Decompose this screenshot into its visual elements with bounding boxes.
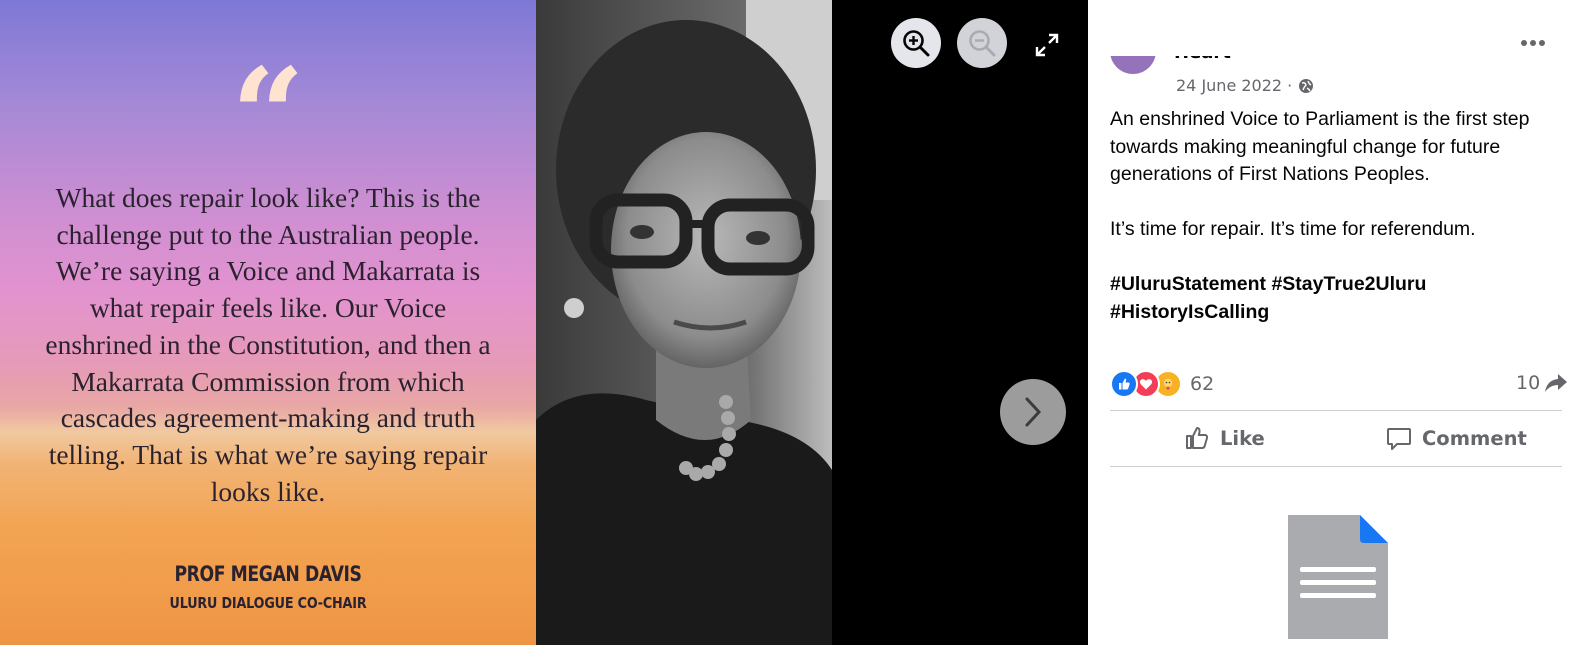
post-paragraph: An enshrined Voice to Parliament is the … [1110, 108, 1530, 185]
like-button[interactable]: Like [1184, 418, 1265, 458]
hashtag-list: #UluruStatement #StayTrue2Uluru #History… [1110, 271, 1572, 326]
zoom-out-button[interactable] [957, 18, 1007, 68]
next-photo-button[interactable] [1000, 379, 1066, 445]
hashtag-link[interactable]: #UluruStatement [1110, 273, 1266, 295]
portrait-photo [536, 0, 832, 645]
hashtag-link[interactable]: #StayTrue2Uluru [1271, 273, 1426, 295]
chevron-right-icon [1025, 397, 1042, 427]
fullscreen-icon [1035, 33, 1059, 57]
quote-text: What does repair look like? This is the … [45, 182, 491, 507]
quote-author: PROF MEGAN DAVIS [174, 562, 362, 586]
photo-viewer: “ What does repair look like? This is th… [0, 0, 1088, 645]
more-options-button[interactable] [1515, 30, 1551, 56]
zoom-in-icon [903, 30, 930, 57]
post-message: An enshrined Voice to Parliament is the … [1110, 106, 1572, 326]
comment-button-label: Comment [1422, 426, 1527, 450]
more-horizontal-icon [1521, 40, 1545, 46]
reactions-summary[interactable]: 62 [1110, 370, 1214, 398]
post-meta: 24 June 2022 · [1176, 76, 1314, 95]
share-count[interactable]: 10 [1516, 372, 1568, 394]
like-reaction-icon [1110, 370, 1138, 398]
fullscreen-button[interactable] [1030, 28, 1064, 62]
document-icon [1288, 515, 1388, 639]
share-count-value: 10 [1516, 372, 1541, 394]
hashtag-link[interactable]: #HistoryIsCalling [1110, 301, 1269, 323]
portrait-illustration [536, 0, 832, 645]
globe-icon [1299, 78, 1314, 93]
quotation-mark: “ [231, 41, 305, 191]
comment-icon [1387, 428, 1411, 450]
quote-author-role: ULURU DIALOGUE CO-CHAIR [169, 594, 367, 612]
like-button-label: Like [1220, 426, 1265, 450]
divider [1110, 410, 1562, 411]
zoom-in-button[interactable] [891, 18, 941, 68]
reaction-count: 62 [1190, 373, 1215, 395]
scrolled-header-mask [1088, 0, 1581, 56]
quote-card: “ What does repair look like? This is th… [0, 0, 536, 645]
zoom-out-icon [969, 30, 996, 57]
divider [1110, 466, 1562, 467]
post-sidebar: Heart 24 June 2022 · An enshrined Voice … [1088, 0, 1581, 645]
post-paragraph: It’s time for repair. It’s time for refe… [1110, 218, 1476, 240]
share-icon [1545, 374, 1568, 392]
comment-button[interactable]: Comment [1386, 418, 1527, 458]
thumbs-up-icon [1186, 427, 1209, 449]
post-date-link[interactable]: 24 June 2022 · [1176, 76, 1292, 95]
